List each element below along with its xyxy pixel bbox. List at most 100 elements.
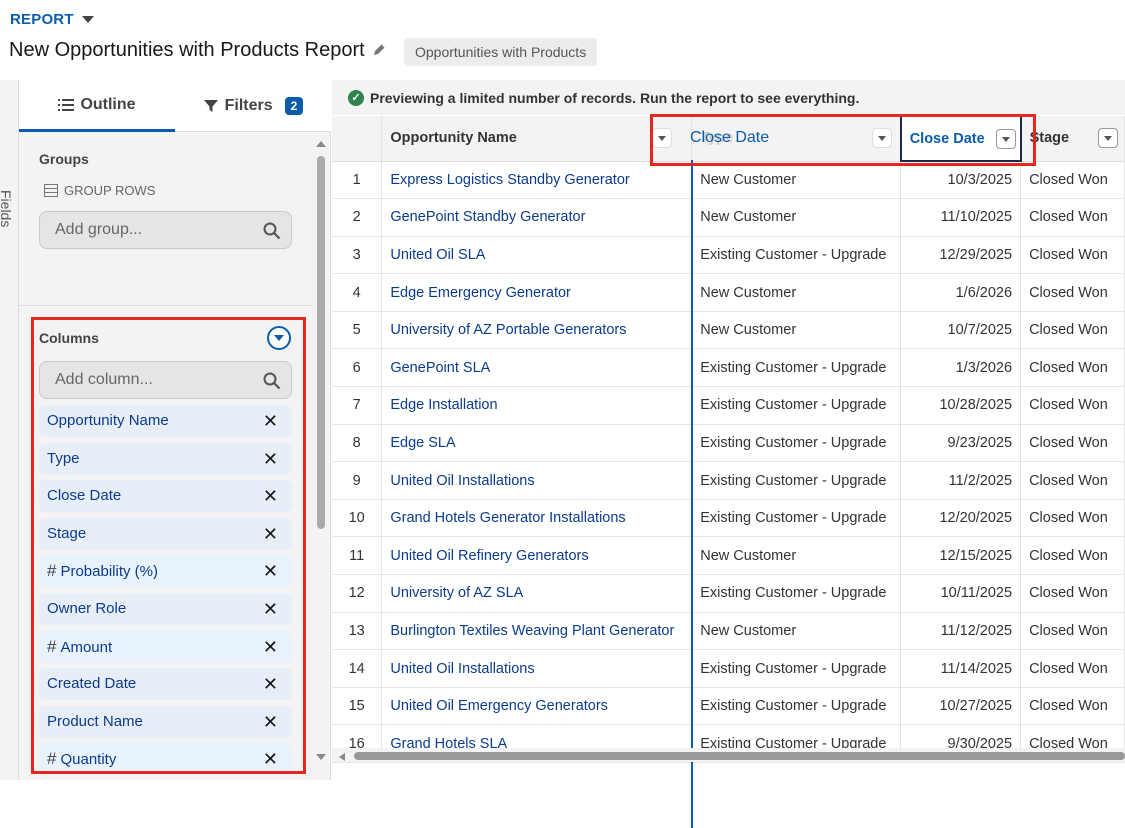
add-group-input[interactable]: Add group...: [39, 211, 292, 249]
column-item[interactable]: Opportunity Name ✕: [39, 405, 292, 437]
remove-icon[interactable]: ✕: [263, 443, 278, 475]
tab-filters[interactable]: Filters 2: [175, 80, 331, 132]
report-table: Opportunity Name Type Close Date Stage 1…: [332, 115, 1125, 763]
cell-opportunity-name[interactable]: Edge SLA: [381, 424, 693, 463]
cell-opportunity-name[interactable]: Grand Hotels Generator Installations: [381, 499, 693, 538]
table-row: 5 University of AZ Portable Generators New…: [332, 311, 1125, 350]
panel-scrollbar[interactable]: [317, 156, 325, 529]
horizontal-scroll-thumb[interactable]: [354, 752, 1125, 760]
scroll-up-icon[interactable]: [315, 140, 327, 148]
cell-opportunity-name[interactable]: University of AZ SLA: [381, 574, 693, 613]
remove-icon[interactable]: ✕: [263, 706, 278, 738]
cell-close-date: 1/6/2026: [900, 273, 1022, 312]
column-item[interactable]: Type ✕: [39, 442, 292, 475]
table-row: 13 Burlington Textiles Weaving Plant Gene…: [332, 612, 1125, 651]
cell-stage: Closed Won: [1020, 236, 1125, 275]
cell-close-date: 11/2/2025: [900, 461, 1022, 500]
scroll-down-icon[interactable]: [315, 753, 327, 761]
table-row: 10 Grand Hotels Generator Installations Ex…: [332, 499, 1125, 538]
table-row: 8 Edge SLA Existing Customer - Upgrade 9/23…: [332, 424, 1125, 463]
cell-opportunity-name[interactable]: Edge Installation: [381, 386, 693, 425]
stage-column-menu-button[interactable]: [1098, 128, 1118, 148]
fields-rail[interactable]: Fields: [0, 80, 19, 780]
row-number: 14: [332, 649, 383, 688]
remove-icon[interactable]: ✕: [263, 555, 278, 587]
remove-icon[interactable]: ✕: [263, 518, 278, 550]
cell-type: Existing Customer - Upgrade: [691, 499, 902, 538]
column-item-label: Stage: [47, 524, 87, 542]
cell-type: New Customer: [691, 612, 902, 651]
column-item[interactable]: # Probability (%) ✕: [39, 555, 292, 588]
row-number: 7: [332, 386, 383, 425]
add-column-input[interactable]: Add column...: [39, 361, 292, 399]
cell-type: Existing Customer - Upgrade: [691, 687, 902, 726]
row-number: 6: [332, 348, 383, 388]
list-icon: [58, 98, 75, 111]
scroll-left-icon[interactable]: [338, 752, 346, 762]
column-item[interactable]: Stage ✕: [39, 517, 292, 550]
columns-title: Columns: [39, 330, 99, 346]
group-rows: GROUP ROWS: [44, 183, 156, 198]
panel-tabs: Outline Filters 2: [19, 80, 331, 132]
fields-label[interactable]: Fields: [0, 190, 14, 227]
cell-stage: Closed Won: [1020, 536, 1125, 576]
report-menu[interactable]: REPORT: [10, 11, 94, 28]
cell-stage: Closed Won: [1020, 161, 1125, 200]
remove-icon[interactable]: ✕: [263, 593, 278, 625]
row-number: 2: [332, 198, 383, 237]
table-row: 6 GenePoint SLA Existing Customer - Upgrad…: [332, 348, 1125, 388]
cell-close-date: 12/20/2025: [900, 499, 1022, 538]
column-item[interactable]: # Quantity ✕: [39, 743, 292, 776]
remove-icon[interactable]: ✕: [263, 668, 278, 700]
report-preview: ✓ Previewing a limited number of records.…: [332, 80, 1125, 828]
columns-menu-button[interactable]: [267, 326, 291, 350]
cell-opportunity-name[interactable]: University of AZ Portable Generators: [381, 311, 693, 350]
cell-opportunity-name[interactable]: GenePoint SLA: [381, 348, 693, 388]
cell-close-date: 12/29/2025: [900, 236, 1022, 275]
column-item[interactable]: Created Date ✕: [39, 668, 292, 701]
cell-opportunity-name[interactable]: GenePoint Standby Generator: [381, 198, 693, 237]
row-number: 15: [332, 687, 383, 726]
header-stage-label: Stage: [1029, 130, 1070, 147]
column-item[interactable]: Product Name ✕: [39, 705, 292, 738]
header-opportunity-name[interactable]: Opportunity Name: [381, 116, 693, 162]
cell-stage: Closed Won: [1020, 424, 1125, 463]
column-item-label: Amount: [60, 638, 113, 656]
cell-opportunity-name[interactable]: United Oil Installations: [381, 649, 693, 688]
header-stage[interactable]: Stage: [1020, 116, 1125, 162]
cell-opportunity-name[interactable]: United Oil SLA: [381, 236, 693, 275]
cell-stage: Closed Won: [1020, 687, 1125, 726]
remove-icon[interactable]: ✕: [263, 405, 278, 437]
outline-panel: Outline Filters 2 Groups GROUP ROWS Add …: [19, 80, 331, 780]
cell-opportunity-name[interactable]: Burlington Textiles Weaving Plant Genera…: [381, 612, 693, 651]
cell-opportunity-name[interactable]: Express Logistics Standby Generator: [381, 161, 693, 200]
pencil-icon[interactable]: [372, 43, 386, 57]
cell-close-date: 1/3/2026: [900, 348, 1022, 388]
cell-opportunity-name[interactable]: Edge Emergency Generator: [381, 273, 693, 312]
tab-outline[interactable]: Outline: [19, 80, 175, 132]
number-field-icon: #: [47, 636, 57, 656]
cell-opportunity-name[interactable]: United Oil Refinery Generators: [381, 536, 693, 576]
cell-close-date: 11/14/2025: [900, 649, 1022, 688]
column-item-label: Product Name: [47, 712, 143, 730]
remove-icon[interactable]: ✕: [263, 631, 278, 663]
cell-close-date: 10/11/2025: [900, 574, 1022, 613]
column-item-label: Opportunity Name: [47, 412, 169, 429]
cell-close-date: 10/3/2025: [900, 161, 1022, 200]
column-item[interactable]: Owner Role ✕: [39, 593, 292, 625]
cell-opportunity-name[interactable]: United Oil Emergency Generators: [381, 687, 693, 726]
row-number: 1: [332, 161, 383, 200]
preview-banner-text: Previewing a limited number of records. …: [370, 89, 860, 106]
column-item[interactable]: Close Date ✕: [39, 480, 292, 513]
column-item[interactable]: # Amount ✕: [39, 630, 292, 663]
close-date-column-menu-button[interactable]: [995, 129, 1016, 149]
drop-indicator: [691, 160, 693, 828]
remove-icon[interactable]: ✕: [263, 743, 278, 775]
cell-stage: Closed Won: [1020, 649, 1125, 688]
remove-icon[interactable]: ✕: [263, 480, 278, 512]
row-number: 9: [332, 461, 383, 500]
cell-opportunity-name[interactable]: United Oil Installations: [381, 461, 693, 500]
cell-close-date: 11/10/2025: [900, 198, 1022, 237]
report-label: REPORT: [10, 11, 74, 28]
header-close-date[interactable]: Close Date: [899, 115, 1022, 162]
